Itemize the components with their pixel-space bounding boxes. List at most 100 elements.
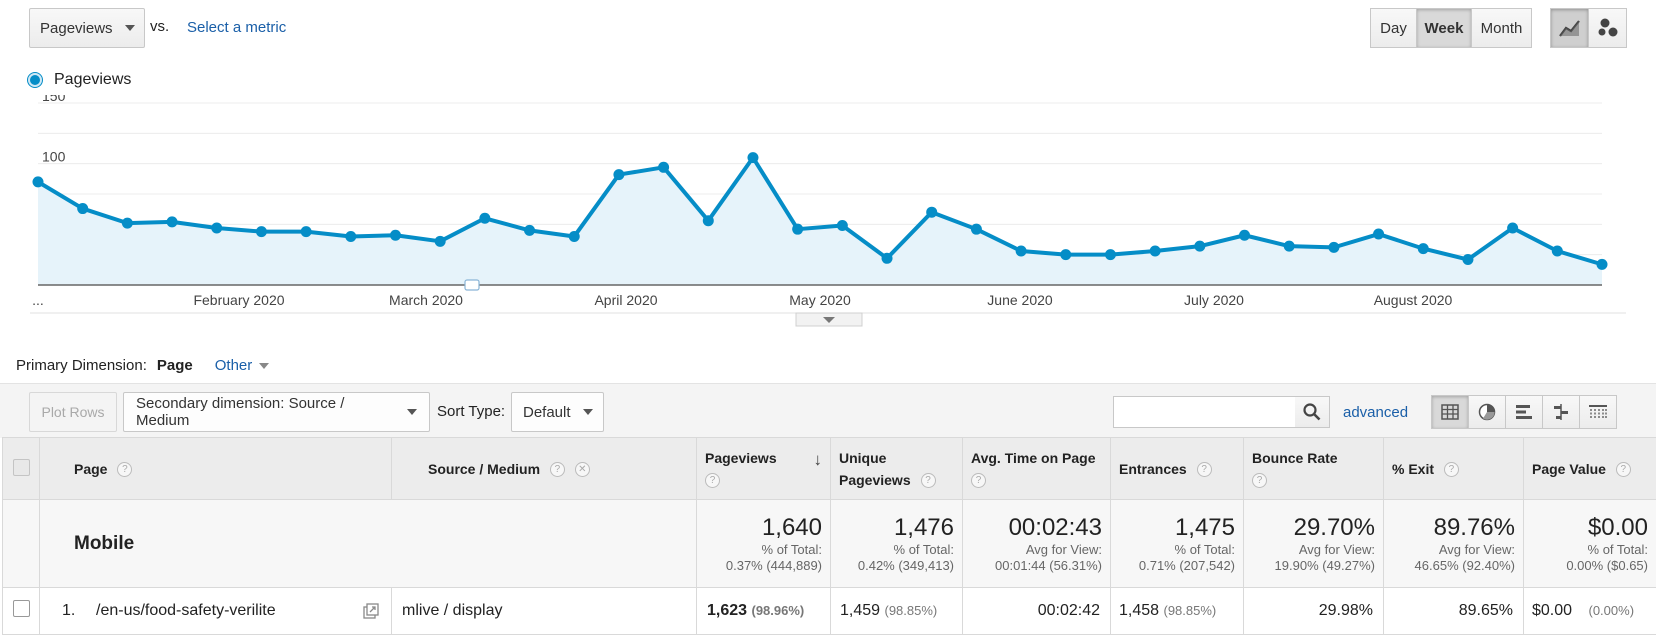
open-external-icon[interactable] [363,603,379,619]
table-row: 1. /en-us/food-safety-verilite mlive / d… [3,588,1656,635]
header-pageviews-label: Pageviews [705,450,777,466]
data-point [882,253,893,264]
row-unique-cell: 1,459 (98.85%) [831,588,963,635]
data-point [256,226,267,237]
sort-type-value: Default [523,404,571,421]
data-point [747,152,758,163]
help-icon[interactable]: ? [1616,462,1631,477]
summary-avg-time-caption: Avg for View: [963,542,1110,558]
y-tick-label: 150 [42,95,66,104]
summary-exit-caption: Avg for View: [1384,542,1523,558]
row-checkbox[interactable] [13,600,30,617]
table-toolbar: Plot Rows Secondary dimension: Source / … [0,383,1656,438]
help-icon[interactable]: ? [921,473,936,488]
period-month-button[interactable]: Month [1471,8,1532,48]
advanced-search-link[interactable]: advanced [1343,404,1408,421]
row-index: 1. [62,602,96,620]
period-day-button[interactable]: Day [1370,8,1417,48]
header-exit[interactable]: % Exit ? [1384,438,1524,500]
table-search-input[interactable] [1113,396,1296,428]
secondary-dimension-dropdown[interactable]: Secondary dimension: Source / Medium [123,392,430,432]
row-unique-pct: (98.85%) [885,603,938,618]
data-point [524,225,535,236]
pie-view-icon [1478,403,1496,421]
header-page-value-label: Page Value [1532,461,1606,477]
header-bounce-rate[interactable]: Bounce Rate ? [1244,438,1384,500]
chart-legend: Pageviews [28,71,131,89]
help-icon[interactable]: ? [117,462,132,477]
summary-exit-total: 46.65% (92.40%) [1384,558,1523,574]
bar-view-button[interactable] [1505,395,1543,429]
primary-dimension-page[interactable]: Page [157,357,193,374]
row-avg-time: 00:02:42 [963,588,1111,635]
vs-label: vs. [150,18,169,35]
help-icon[interactable]: ? [550,462,565,477]
x-tick-label: July 2020 [1184,292,1244,308]
header-pageviews[interactable]: Pageviews ↓ ? [697,438,831,500]
primary-dimension-other[interactable]: Other [215,357,253,374]
header-page-value[interactable]: Page Value ? [1524,438,1656,500]
help-icon[interactable]: ? [705,473,720,488]
data-point [1105,249,1116,260]
summary-exit-value: 89.76% [1384,514,1523,542]
select-metric-link[interactable]: Select a metric [187,19,286,36]
summary-avg-time-total: 00:01:44 (56.31%) [963,558,1110,574]
table-view-button[interactable] [1431,395,1469,429]
pivot-view-button[interactable] [1579,395,1617,429]
x-tick-label: February 2020 [193,292,284,308]
summary-entrances: 1,475 % of Total: 0.71% (207,542) [1111,500,1244,588]
row-entrances-pct: (98.85%) [1164,603,1217,618]
summary-entrances-value: 1,475 [1111,514,1243,542]
data-point [1418,243,1429,254]
chart-type-toggle [1551,8,1627,48]
data-point [1328,242,1339,253]
comparison-view-button[interactable] [1542,395,1580,429]
period-week-button[interactable]: Week [1416,8,1472,48]
legend-label: Pageviews [54,71,131,89]
data-table: Page ? Source / Medium ? ✕ Pageviews ↓ ? [2,437,1656,635]
motion-chart-button[interactable] [1588,8,1627,48]
select-all-checkbox[interactable] [13,459,30,476]
header-unique-pageviews-label: Unique Pageviews [839,450,911,488]
data-point [301,226,312,237]
header-entrances[interactable]: Entrances ? [1111,438,1244,500]
header-avg-time[interactable]: Avg. Time on Page ? [963,438,1111,500]
data-point [122,218,133,229]
row-source-medium[interactable]: mlive / display [392,588,697,635]
help-icon[interactable]: ? [1197,462,1212,477]
data-point [926,207,937,218]
x-tick-label: March 2020 [389,292,463,308]
line-chart-button[interactable] [1550,8,1589,48]
header-checkbox-cell [3,438,40,500]
search-button[interactable] [1295,396,1330,428]
metric-dropdown[interactable]: Pageviews [29,8,145,48]
table-view-icon [1441,404,1459,420]
x-tick-label: ... [32,292,44,308]
sort-type-dropdown[interactable]: Default [511,392,604,432]
row-page-link[interactable]: /en-us/food-safety-verilite [96,602,363,620]
secondary-dimension-label: Secondary dimension: Source / Medium [136,395,395,429]
data-point [703,215,714,226]
header-entrances-label: Entrances [1119,461,1187,477]
header-source-medium-label: Source / Medium [428,461,540,477]
series-area [38,158,1602,285]
summary-pageviews-value: 1,640 [697,514,830,542]
header-unique-pageviews[interactable]: Unique Pageviews ? [831,438,963,500]
pie-view-button[interactable] [1468,395,1506,429]
data-point [792,224,803,235]
remove-dimension-icon[interactable]: ✕ [575,462,590,477]
help-icon[interactable]: ? [971,473,986,488]
row-unique-pageviews: 1,459 [840,602,880,619]
data-point [1194,241,1205,252]
help-icon[interactable]: ? [1252,473,1267,488]
chevron-down-icon [259,363,269,369]
help-icon[interactable]: ? [1444,462,1459,477]
data-point [971,224,982,235]
row-entrances-cell: 1,458 (98.85%) [1111,588,1244,635]
summary-empty-cell [3,500,40,588]
plot-rows-button[interactable]: Plot Rows [29,392,117,432]
header-page[interactable]: Page ? [40,438,392,500]
header-source-medium[interactable]: Source / Medium ? ✕ [392,438,697,500]
data-point [1016,246,1027,257]
summary-pageviews: 1,640 % of Total: 0.37% (444,889) [697,500,831,588]
